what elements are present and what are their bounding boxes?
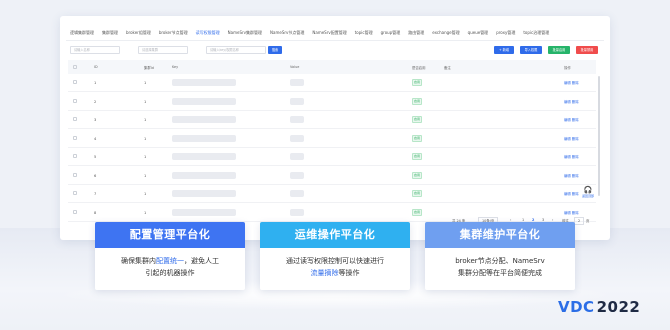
header-cluster-id: 集群Id [144, 66, 154, 70]
row-actions[interactable]: 编辑 删除 [564, 136, 579, 141]
table-row: 3 1 启用 编辑 删除 [68, 111, 596, 129]
status-badge: 启用 [412, 153, 422, 160]
redacted-key [172, 97, 236, 105]
card-body: 通过读写权限控制可以快速进行 流量摘除等操作 [286, 257, 384, 277]
redacted-value [290, 153, 304, 160]
status-badge: 启用 [412, 116, 422, 123]
status-badge: 启用 [412, 134, 422, 142]
table-row: 6 1 启用 编辑 删除 [68, 167, 596, 185]
table-header: ID 集群Id Key Value 是否启用 备注 操作 [68, 60, 596, 74]
status-badge: 启用 [412, 190, 422, 197]
redacted-value [290, 171, 304, 179]
row-actions[interactable]: 编辑 删除 [564, 173, 579, 178]
back-to-top-button[interactable]: 🎧 返回顶部 [582, 186, 594, 198]
redacted-key [172, 190, 236, 197]
cell-id: 1 [94, 81, 97, 85]
toolbar: 请输入名称 请选择集群 请输入key/权限名称 搜索 + 新增 导入权限 批量启… [68, 46, 602, 56]
cell-cluster-id: 1 [144, 99, 147, 104]
feature-card-ops: 运维操作平台化 通过读写权限控制可以快速进行 流量摘除等操作 [260, 222, 410, 290]
row-checkbox[interactable] [73, 209, 77, 214]
cell-id: 5 [94, 155, 97, 159]
jump-input[interactable]: 2 [574, 217, 585, 225]
redacted-key [172, 116, 236, 123]
status-badge: 启用 [412, 208, 422, 216]
redacted-key [172, 208, 236, 216]
cell-cluster-id: 1 [144, 118, 147, 122]
redacted-key [172, 171, 236, 179]
batch-enable-button[interactable]: 批量启用 [548, 46, 570, 54]
redacted-value [290, 97, 304, 105]
row-checkbox[interactable] [73, 172, 77, 177]
row-actions[interactable]: 编辑 删除 [564, 80, 579, 85]
redacted-value [290, 116, 304, 123]
table-row: 7 1 启用 编辑 删除 [68, 185, 596, 203]
row-actions[interactable]: 编辑 删除 [564, 154, 579, 159]
header-id: ID [94, 65, 98, 69]
redacted-value [290, 79, 304, 86]
feature-card-maintenance: 集群维护平台化 broker节点分配、NameSrv 集群分配等在平台简便完成 [425, 222, 575, 290]
row-checkbox[interactable] [73, 98, 77, 103]
status-badge: 启用 [412, 97, 422, 105]
name-search-input[interactable]: 请输入名称 [70, 46, 120, 54]
cell-cluster-id: 1 [144, 192, 147, 196]
redacted-key [172, 153, 236, 160]
row-checkbox[interactable] [73, 80, 77, 84]
status-badge: 启用 [412, 171, 422, 179]
redacted-key [172, 134, 236, 142]
cell-id: 4 [94, 136, 97, 141]
card-title: 运维操作平台化 [260, 222, 410, 248]
cell-cluster-id: 1 [144, 155, 147, 159]
card-body: 确保集群内配置统一，避免人工 引起的机器操作 [121, 257, 219, 277]
redacted-value [290, 190, 304, 197]
cell-cluster-id: 1 [144, 136, 147, 141]
feature-card-config: 配置管理平台化 确保集群内配置统一，避免人工 引起的机器操作 [95, 222, 245, 290]
cell-id: 2 [94, 99, 97, 104]
key-search-input[interactable]: 请输入key/权限名称 [206, 46, 266, 54]
cluster-select[interactable]: 请选择集群 [138, 46, 188, 54]
redacted-value [290, 134, 304, 142]
table-row: 2 1 启用 编辑 删除 [68, 93, 596, 111]
cell-cluster-id: 1 [144, 210, 147, 215]
tab-divider [66, 40, 604, 41]
row-checkbox[interactable] [73, 154, 77, 158]
row-actions[interactable]: 编辑 删除 [564, 191, 579, 196]
redacted-value [290, 208, 304, 216]
page-unit: 页 [586, 219, 590, 223]
header-enabled: 是否启用 [412, 66, 426, 70]
import-button[interactable]: 导入权限 [520, 46, 542, 54]
cell-id: 8 [94, 210, 97, 215]
row-checkbox[interactable] [73, 191, 77, 195]
batch-disable-button[interactable]: 批量禁用 [576, 46, 598, 54]
data-table: ID 集群Id Key Value 是否启用 备注 操作 1 1 启用 编辑 删除 2 1… [68, 60, 596, 232]
header-key: Key [172, 65, 179, 69]
card-title: 配置管理平台化 [95, 222, 245, 248]
status-badge: 启用 [412, 79, 422, 86]
table-row: 4 1 启用 编辑 删除 [68, 130, 596, 148]
table-scrollbar[interactable] [598, 76, 600, 196]
row-actions[interactable]: 编辑 删除 [564, 117, 579, 122]
row-checkbox[interactable] [73, 135, 77, 140]
cell-cluster-id: 1 [144, 173, 147, 178]
headset-icon: 🎧 [583, 186, 593, 194]
header-remark: 备注 [444, 66, 451, 70]
header-actions: 操作 [564, 66, 571, 70]
app-window: 逻辑集群管理 集群管理 broker组管理 broker节点管理 读写权限管理 NameS… [60, 16, 610, 240]
cell-cluster-id: 1 [144, 81, 147, 85]
search-button[interactable]: 搜索 [268, 46, 282, 54]
row-actions[interactable]: 编辑 删除 [564, 99, 579, 104]
table-row: 5 1 启用 编辑 删除 [68, 148, 596, 166]
cell-id: 7 [94, 192, 97, 196]
row-actions[interactable]: 编辑 删除 [564, 210, 579, 215]
redacted-key [172, 79, 236, 86]
table-row: 1 1 启用 编辑 删除 [68, 74, 596, 92]
cell-id: 6 [94, 173, 97, 178]
add-button[interactable]: + 新增 [494, 46, 514, 54]
select-all-checkbox[interactable] [73, 65, 77, 69]
card-title: 集群维护平台化 [425, 222, 575, 248]
cell-id: 3 [94, 118, 97, 122]
header-value: Value [290, 65, 300, 69]
vdc-logo: VDC 2022 [558, 298, 641, 316]
card-body: broker节点分配、NameSrv 集群分配等在平台简便完成 [455, 257, 545, 277]
row-checkbox[interactable] [73, 117, 77, 121]
